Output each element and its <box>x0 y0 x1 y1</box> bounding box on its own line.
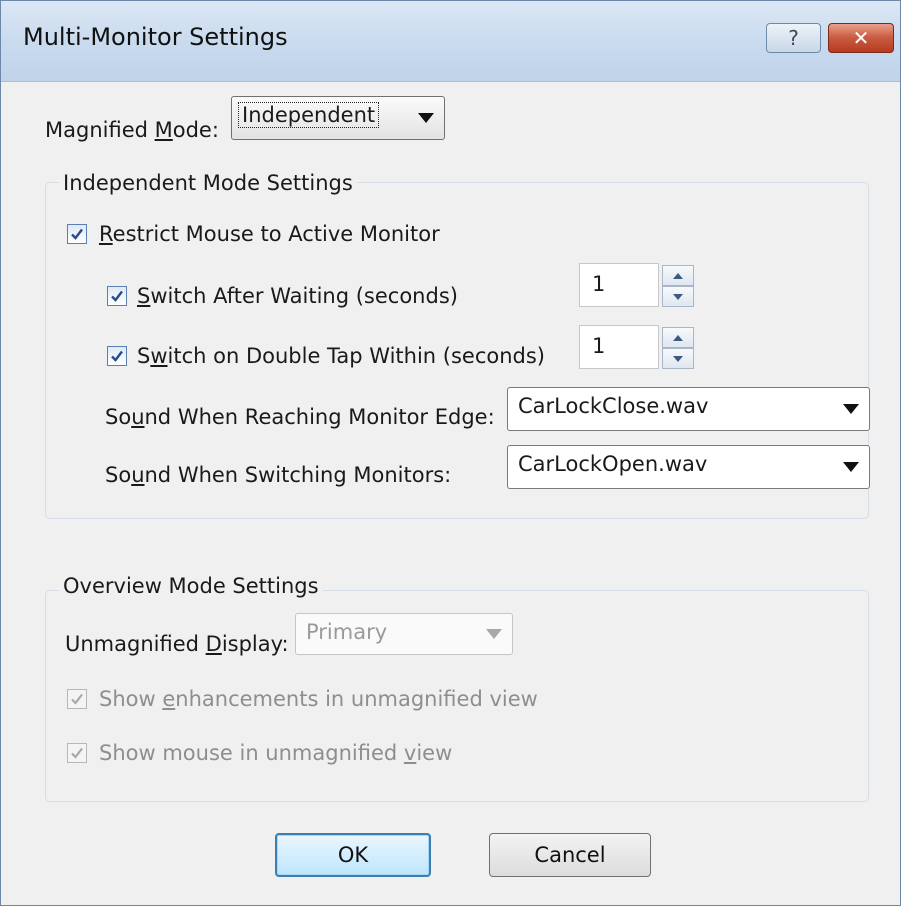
sound-edge-dropdown[interactable]: CarLockClose.wav <box>507 387 870 431</box>
switch-double-tap-input[interactable]: 1 <box>579 325 659 369</box>
switch-double-tap-checkbox[interactable] <box>107 346 127 366</box>
unmagnified-display-label: Unmagnified Display: <box>65 632 289 656</box>
ok-button[interactable]: OK <box>275 833 431 877</box>
switch-double-tap-label[interactable]: Switch on Double Tap Within (seconds) <box>137 344 545 368</box>
spin-down-button[interactable] <box>662 286 694 307</box>
checkmark-icon <box>111 350 123 362</box>
checkmark-icon <box>71 693 83 705</box>
checkmark-icon <box>111 290 123 302</box>
cancel-button[interactable]: Cancel <box>489 833 651 877</box>
dialog-title: Multi-Monitor Settings <box>23 23 288 51</box>
unmagnified-display-dropdown[interactable]: Primary <box>295 613 513 655</box>
chevron-down-icon <box>486 629 502 639</box>
arrow-up-icon <box>673 272 683 279</box>
chevron-down-icon <box>843 462 859 472</box>
dialog-body: Magnified Mode: Independent Independent … <box>1 82 900 905</box>
chevron-down-icon <box>418 113 434 123</box>
show-enhancements-label[interactable]: Show enhancements in unmagnified view <box>99 687 538 711</box>
switch-after-waiting-checkbox[interactable] <box>107 286 127 306</box>
sound-edge-label: Sound When Reaching Monitor Edge: <box>105 405 495 429</box>
checkmark-icon <box>71 228 83 240</box>
magnified-mode-value: Independent <box>238 102 380 128</box>
show-mouse-label[interactable]: Show mouse in unmagnified view <box>99 741 452 765</box>
switch-after-waiting-label[interactable]: Switch After Waiting (seconds) <box>137 284 458 308</box>
arrow-down-icon <box>673 355 683 362</box>
arrow-up-icon <box>673 334 683 341</box>
spin-up-button[interactable] <box>662 327 694 348</box>
sound-switch-label: Sound When Switching Monitors: <box>105 463 452 487</box>
show-mouse-checkbox[interactable] <box>67 743 87 763</box>
sound-switch-dropdown[interactable]: CarLockOpen.wav <box>507 445 870 489</box>
chevron-down-icon <box>843 404 859 414</box>
help-button[interactable]: ? <box>766 23 821 53</box>
show-enhancements-checkbox[interactable] <box>67 689 87 709</box>
spin-up-button[interactable] <box>662 265 694 286</box>
help-icon: ? <box>788 26 799 50</box>
close-icon: ✕ <box>852 26 870 50</box>
multi-monitor-settings-dialog: Multi-Monitor Settings ? ✕ Magnified Mod… <box>0 0 901 906</box>
overview-mode-title: Overview Mode Settings <box>59 574 323 598</box>
title-bar[interactable]: Multi-Monitor Settings ? ✕ <box>1 1 900 82</box>
arrow-down-icon <box>673 293 683 300</box>
close-button[interactable]: ✕ <box>828 23 894 53</box>
spin-down-button[interactable] <box>662 348 694 369</box>
checkmark-icon <box>71 747 83 759</box>
magnified-mode-label: Magnified Mode: <box>45 118 219 142</box>
restrict-mouse-label[interactable]: Restrict Mouse to Active Monitor <box>99 222 440 246</box>
restrict-mouse-checkbox[interactable] <box>67 224 87 244</box>
independent-mode-title: Independent Mode Settings <box>59 171 357 195</box>
magnified-mode-dropdown[interactable]: Independent <box>231 96 445 140</box>
switch-after-waiting-input[interactable]: 1 <box>579 263 659 307</box>
